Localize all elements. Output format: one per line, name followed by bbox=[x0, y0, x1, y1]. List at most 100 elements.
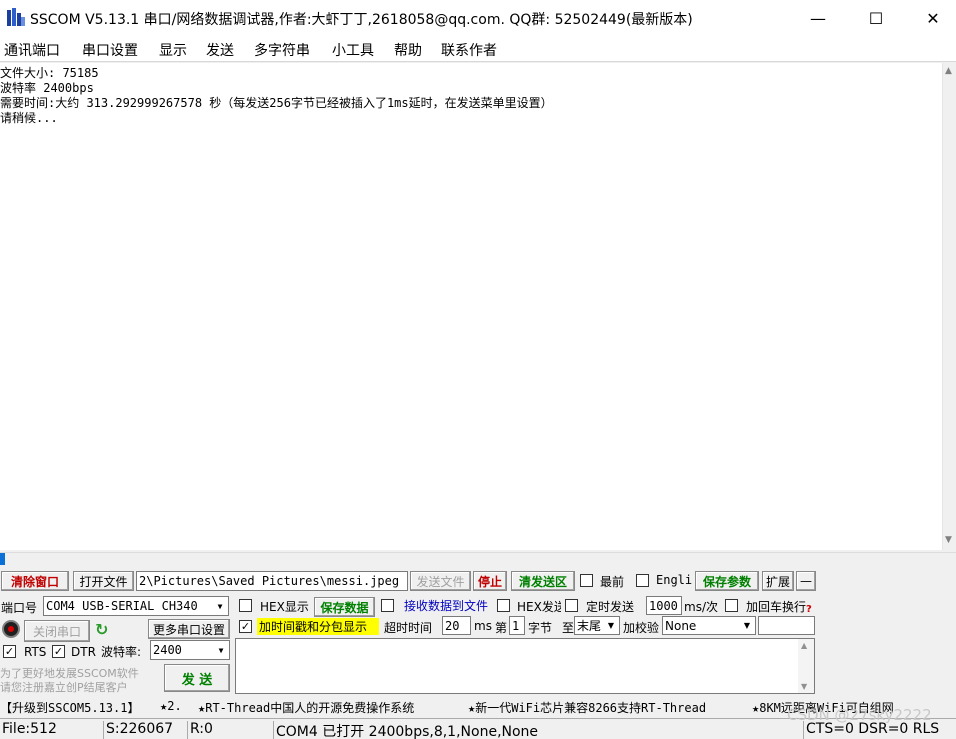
english-label: Engli bbox=[656, 573, 693, 587]
minimize-button[interactable]: — bbox=[795, 0, 841, 36]
expand-label: 扩展 bbox=[765, 574, 790, 589]
timeout-input[interactable]: 20 bbox=[442, 616, 471, 635]
nth-byte-input[interactable]: 1 bbox=[509, 616, 525, 635]
status-sent: S:226067 bbox=[104, 721, 188, 739]
hex-send-checkbox[interactable] bbox=[497, 599, 510, 612]
dtr-label: DTR bbox=[71, 645, 96, 659]
chevron-down-icon: ▼ bbox=[743, 621, 751, 630]
add-crlf-checkbox[interactable] bbox=[725, 599, 738, 612]
more-serial-settings-label: 更多串口设置 bbox=[152, 622, 225, 637]
refresh-icon[interactable]: ↻ bbox=[95, 620, 108, 639]
help-icon[interactable]: ? bbox=[806, 604, 812, 615]
send-file-label: 发送文件 bbox=[416, 574, 465, 589]
news-item-wifi-chip[interactable]: ★新一代WiFi芯片兼容8266支持RT-Thread bbox=[468, 699, 706, 716]
menu-item-contact-author[interactable]: 联系作者 bbox=[441, 40, 497, 60]
window-title: SSCOM V5.13.1 串口/网络数据调试器,作者:大虾丁丁,2618058… bbox=[30, 12, 693, 28]
scroll-up-icon[interactable]: ▲ bbox=[945, 66, 952, 76]
timestamp-label: 加时间戳和分包显示 bbox=[257, 618, 379, 635]
save-params-button[interactable]: 保存参数 bbox=[695, 571, 759, 591]
clear-send-button[interactable]: 清发送区 bbox=[511, 571, 575, 591]
chevron-down-icon: ▼ bbox=[217, 601, 223, 611]
baud-rate-label: 波特率: bbox=[101, 645, 142, 659]
watermark: CSDN @27sky2222 bbox=[787, 706, 932, 724]
always-on-top-checkbox[interactable] bbox=[580, 574, 593, 587]
stop-button[interactable]: 停止 bbox=[473, 571, 507, 591]
save-params-label: 保存参数 bbox=[702, 574, 751, 589]
app-icon bbox=[7, 8, 25, 26]
collapse-button[interactable]: — bbox=[796, 571, 816, 591]
menu-item-display[interactable]: 显示 bbox=[159, 40, 187, 60]
to-label: 至 bbox=[562, 621, 575, 635]
news-item-rt-thread[interactable]: ★RT-Thread中国人的开源免费操作系统 bbox=[198, 699, 414, 716]
send-textarea-scrollbar[interactable]: ▲ ▼ bbox=[798, 639, 814, 693]
timed-send-checkbox[interactable] bbox=[565, 599, 578, 612]
receive-area[interactable]: 文件大小: 75185 波特率 2400bps 需要时间:大约 313.2929… bbox=[0, 63, 942, 550]
send-file-button[interactable]: 发送文件 bbox=[410, 571, 471, 591]
receive-to-file-checkbox[interactable] bbox=[381, 599, 394, 612]
send-progress-bar bbox=[0, 552, 956, 566]
timestamp-checkbox[interactable]: ✓ bbox=[239, 620, 252, 633]
port-select[interactable]: COM4 USB-SERIAL CH340 ▼ bbox=[43, 596, 229, 616]
nth-label: 第 bbox=[495, 621, 508, 635]
promo-text-2: 请您注册嘉立创P结尾客户 bbox=[0, 681, 128, 694]
file-path-input[interactable]: 2\Pictures\Saved Pictures\messi.jpeg bbox=[136, 571, 408, 591]
dtr-checkbox[interactable]: ✓ bbox=[52, 645, 65, 658]
english-checkbox[interactable] bbox=[636, 574, 649, 587]
menu-item-tools[interactable]: 小工具 bbox=[332, 40, 374, 60]
status-file: File:512 bbox=[0, 721, 104, 739]
close-port-label: 关闭串口 bbox=[32, 624, 81, 639]
port-select-value: COM4 USB-SERIAL CH340 bbox=[46, 599, 198, 613]
port-label: 端口号 bbox=[1, 601, 38, 615]
news-item-2[interactable]: ★2. bbox=[160, 699, 182, 713]
hex-display-label: HEX显示 bbox=[260, 600, 309, 614]
title-bar: SSCOM V5.13.1 串口/网络数据调试器,作者:大虾丁丁,2618058… bbox=[0, 0, 956, 36]
timeout-label: 超时时间 bbox=[384, 621, 433, 635]
interval-unit-label: ms/次 bbox=[684, 600, 718, 614]
end-select[interactable]: 末尾 ▼ bbox=[574, 616, 620, 635]
byte-label: 字节 bbox=[528, 621, 553, 635]
open-file-button[interactable]: 打开文件 bbox=[73, 571, 134, 591]
send-textarea[interactable]: ▲ ▼ bbox=[235, 638, 815, 694]
status-received: R:0 bbox=[188, 721, 274, 739]
hex-send-label: HEX发送 bbox=[517, 600, 561, 614]
expand-button[interactable]: 扩展 bbox=[762, 571, 794, 591]
more-serial-settings-button[interactable]: 更多串口设置 bbox=[148, 619, 230, 639]
checksum-select[interactable]: None ▼ bbox=[662, 616, 756, 635]
baud-rate-value: 2400 bbox=[153, 643, 182, 657]
menu-item-comm-port[interactable]: 通讯端口 bbox=[4, 40, 60, 60]
close-port-button[interactable]: 关闭串口 bbox=[24, 620, 90, 642]
receive-line: 文件大小: 75185 bbox=[0, 66, 99, 80]
rts-label: RTS bbox=[24, 645, 47, 659]
menu-item-help[interactable]: 帮助 bbox=[394, 40, 422, 60]
save-data-button[interactable]: 保存数据 bbox=[314, 597, 375, 617]
interval-input[interactable]: 1000 bbox=[646, 596, 682, 615]
chevron-down-icon: ▼ bbox=[607, 621, 615, 630]
baud-rate-select[interactable]: 2400 ▼ bbox=[150, 640, 230, 660]
scroll-down-icon[interactable]: ▼ bbox=[945, 535, 952, 545]
checksum-label: 加校验 bbox=[623, 621, 660, 635]
scroll-down-icon[interactable]: ▼ bbox=[801, 682, 807, 691]
hex-display-checkbox[interactable] bbox=[239, 599, 252, 612]
save-data-label: 保存数据 bbox=[320, 600, 369, 615]
clear-window-button[interactable]: 清除窗口 bbox=[1, 571, 69, 591]
menu-bar: 通讯端口 串口设置 显示 发送 多字符串 小工具 帮助 联系作者 bbox=[0, 36, 956, 62]
chevron-down-icon: ▼ bbox=[218, 645, 224, 655]
scroll-up-icon[interactable]: ▲ bbox=[801, 641, 807, 650]
end-select-value: 末尾 bbox=[577, 619, 602, 633]
open-file-label: 打开文件 bbox=[79, 574, 128, 589]
send-button-label: 发 送 bbox=[181, 672, 213, 688]
rts-checkbox[interactable]: ✓ bbox=[3, 645, 16, 658]
news-item-upgrade[interactable]: 【升级到SSCOM5.13.1】 bbox=[0, 699, 139, 716]
close-button[interactable]: ✕ bbox=[910, 0, 956, 36]
send-button[interactable]: 发 送 bbox=[164, 664, 230, 692]
receive-line: 需要时间:大约 313.292999267578 秒（每发送256字节已经被插入… bbox=[0, 96, 553, 110]
menu-item-send[interactable]: 发送 bbox=[206, 40, 234, 60]
clear-window-label: 清除窗口 bbox=[10, 574, 59, 589]
maximize-button[interactable]: ☐ bbox=[853, 0, 899, 36]
menu-item-serial-settings[interactable]: 串口设置 bbox=[82, 40, 138, 60]
checksum-result-field bbox=[758, 616, 815, 635]
timeout-unit-label: ms bbox=[474, 619, 492, 633]
always-on-top-label: 最前 bbox=[600, 575, 625, 589]
receive-scrollbar[interactable]: ▲ ▼ bbox=[942, 63, 956, 550]
menu-item-multi-string[interactable]: 多字符串 bbox=[254, 40, 310, 60]
